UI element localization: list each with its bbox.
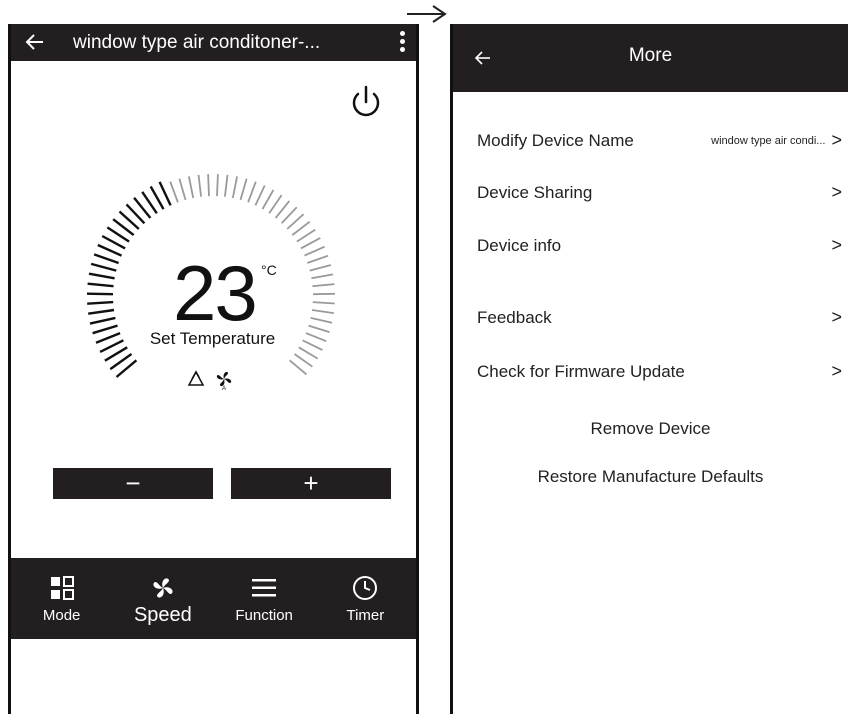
menu-item-firmware-update[interactable]: Check for Firmware Update > [477, 361, 842, 382]
chevron-right-icon: > [831, 307, 842, 328]
tab-speed-label: Speed [134, 604, 192, 627]
back-arrow-icon[interactable] [23, 30, 47, 54]
dial-tick [310, 265, 331, 271]
dial-tick [248, 182, 256, 203]
device-title: window type air conditoner-... [73, 32, 320, 54]
menu-item-label: Device Sharing [477, 183, 592, 203]
dial-tick [313, 284, 335, 286]
dial-tick [241, 179, 247, 200]
chevron-right-icon: > [831, 182, 842, 203]
dial-tick [311, 318, 332, 323]
top-bar: More [453, 24, 848, 92]
dial-tick [311, 274, 333, 278]
dial-tick [199, 175, 202, 197]
chevron-right-icon: > [831, 130, 842, 151]
tab-function-label: Function [235, 607, 293, 624]
dial-tick [87, 294, 113, 295]
dial-tick [90, 318, 115, 324]
dial-tick [170, 182, 178, 203]
restore-defaults-button[interactable]: Restore Manufacture Defaults [453, 467, 848, 487]
dial-tick [269, 195, 281, 213]
chevron-right-icon: > [831, 235, 842, 256]
flow-arrow-icon [405, 2, 451, 26]
tab-function[interactable]: Function [219, 558, 309, 624]
tab-mode-label: Mode [43, 607, 81, 624]
dial-tick [313, 302, 335, 303]
menu-item-label: Feedback [477, 308, 552, 328]
tab-timer[interactable]: Timer [320, 558, 410, 624]
decrease-temp-button[interactable]: − [53, 468, 213, 499]
dial-tick [208, 174, 209, 196]
page-title: More [453, 45, 848, 67]
dial-tick [88, 284, 114, 287]
temperature-value: 23 [173, 248, 256, 339]
dial-tick [305, 247, 325, 256]
tab-mode[interactable]: Mode [17, 558, 107, 624]
clock-icon [352, 574, 378, 602]
increase-temp-button[interactable]: + [231, 468, 391, 499]
fan-icon [149, 574, 177, 602]
menu-item-label: Modify Device Name [477, 131, 634, 151]
dial-tick [295, 354, 313, 367]
menu-item-device-info[interactable]: Device info > [477, 235, 842, 256]
dial-tick [89, 274, 115, 279]
dial-tick [189, 176, 193, 198]
dial-tick [160, 182, 171, 206]
status-icons: A [186, 369, 234, 391]
dial-tick [263, 190, 274, 209]
menu-item-label: Device info [477, 236, 561, 256]
menu-item-modify-device-name[interactable]: Modify Device Name window type air condi… [477, 130, 842, 151]
more-settings-screen: More Modify Device Name window type air … [450, 24, 848, 714]
dial-tick [290, 360, 307, 374]
menu-lines-icon [251, 574, 277, 602]
dial-tick [307, 256, 328, 263]
recycle-icon [186, 369, 206, 389]
remove-device-button[interactable]: Remove Device [453, 419, 848, 439]
dial-tick [312, 310, 334, 313]
more-options-icon[interactable] [398, 31, 406, 55]
ac-control-screen: window type air conditoner-... 23 °C Set… [8, 24, 419, 714]
menu-item-feedback[interactable]: Feedback > [477, 307, 842, 328]
top-bar: window type air conditoner-... [11, 24, 416, 61]
dial-tick [91, 264, 116, 271]
menu-item-device-sharing[interactable]: Device Sharing > [477, 182, 842, 203]
auto-fan-icon: A [214, 369, 234, 391]
dial-tick [98, 245, 122, 256]
dial-tick [179, 179, 185, 200]
dial-tick [301, 238, 320, 249]
tab-speed[interactable]: Speed [118, 558, 208, 627]
dial-tick [282, 207, 297, 223]
power-icon[interactable] [347, 84, 385, 122]
svg-text:A: A [222, 386, 226, 391]
dial-tick [287, 214, 303, 229]
dial-tick [255, 186, 264, 206]
menu-item-label: Check for Firmware Update [477, 362, 685, 382]
bottom-tab-bar: Mode Speed Function [11, 558, 416, 639]
mode-icon [49, 574, 75, 602]
set-temperature-label: Set Temperature [11, 329, 414, 349]
dial-tick [217, 174, 218, 196]
temperature-unit: °C [261, 262, 277, 278]
dial-tick [225, 175, 228, 197]
dial-tick [292, 222, 309, 235]
chevron-right-icon: > [831, 361, 842, 382]
dial-tick [94, 254, 119, 263]
dial-tick [297, 230, 315, 242]
tab-timer-label: Timer [346, 607, 384, 624]
device-name-value: window type air condi... [711, 135, 825, 147]
dial-tick [233, 176, 237, 198]
dial-tick [276, 201, 290, 218]
dial-tick [88, 310, 114, 314]
dial-tick [87, 302, 113, 304]
